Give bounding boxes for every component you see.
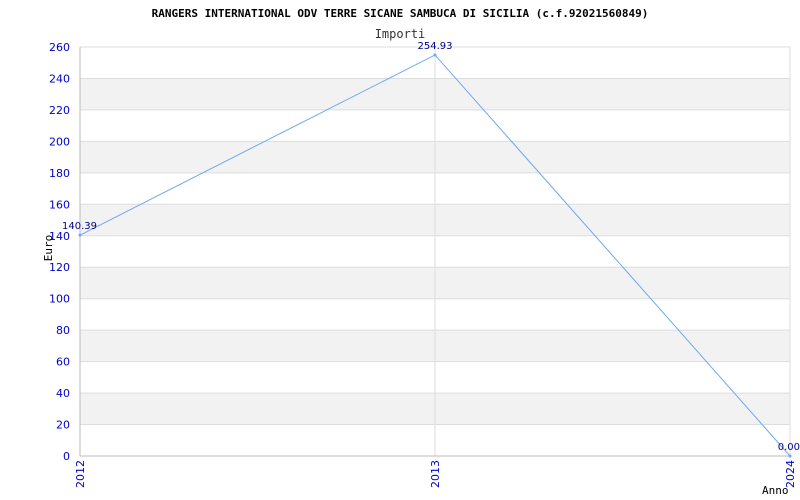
data-point xyxy=(78,233,82,237)
y-tick-label: 0 xyxy=(63,450,70,463)
y-tick-label: 80 xyxy=(56,324,70,337)
y-tick-label: 180 xyxy=(49,167,70,180)
chart-subtitle: Importi xyxy=(375,27,426,41)
x-axis-label: Anno xyxy=(762,484,789,497)
line-chart: RANGERS INTERNATIONAL ODV TERRE SICANE S… xyxy=(42,7,800,497)
y-tick-label: 100 xyxy=(49,293,70,306)
chart-title: RANGERS INTERNATIONAL ODV TERRE SICANE S… xyxy=(152,7,649,20)
x-tick-label: 2012 xyxy=(74,460,87,488)
data-label: 0.00 xyxy=(778,442,800,453)
y-tick-label: 200 xyxy=(49,135,70,148)
data-point xyxy=(788,454,792,458)
y-tick-label: 260 xyxy=(49,41,70,54)
data-label: 140.39 xyxy=(62,221,97,232)
y-tick-label: 40 xyxy=(56,387,70,400)
x-axis-ticks: 2012 2013 2024 xyxy=(74,460,797,488)
data-label: 254.93 xyxy=(418,41,453,52)
y-axis-label: Euro xyxy=(42,235,55,262)
y-tick-label: 220 xyxy=(49,104,70,117)
y-tick-label: 240 xyxy=(49,72,70,85)
y-tick-label: 120 xyxy=(49,261,70,274)
data-point xyxy=(433,53,437,57)
y-tick-label: 20 xyxy=(56,419,70,432)
y-tick-label: 60 xyxy=(56,356,70,369)
y-tick-label: 160 xyxy=(49,198,70,211)
x-tick-label: 2013 xyxy=(429,460,442,488)
